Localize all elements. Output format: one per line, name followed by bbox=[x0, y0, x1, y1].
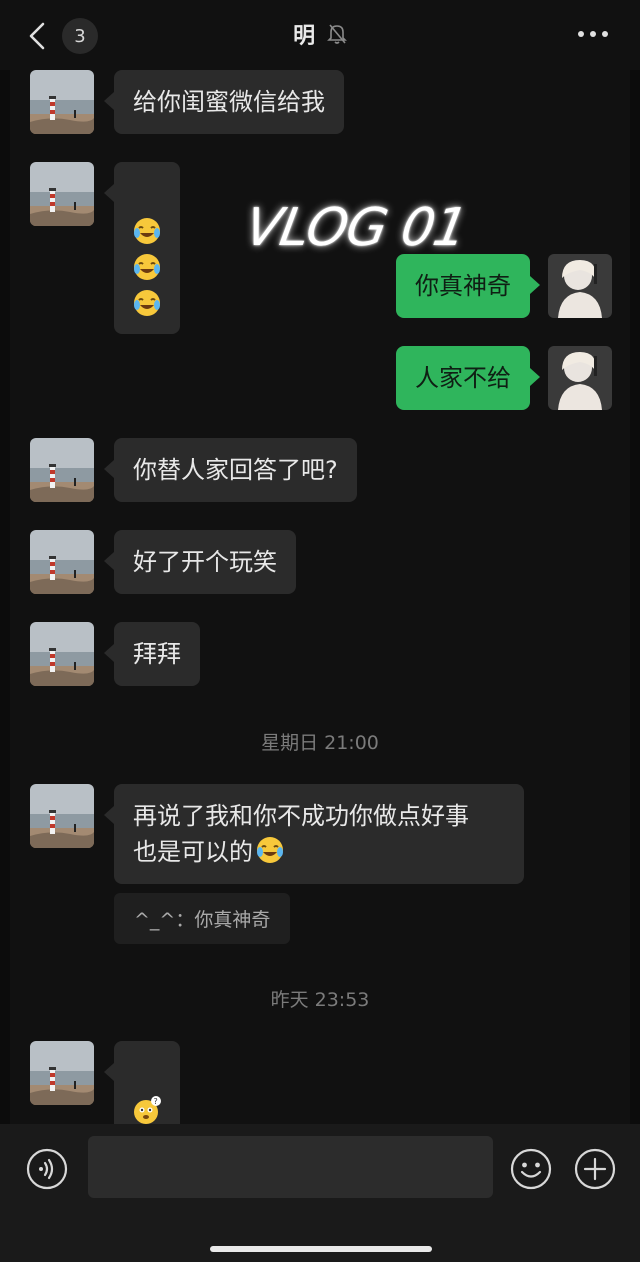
contact-avatar[interactable] bbox=[30, 530, 94, 594]
message-bubble[interactable] bbox=[104, 162, 180, 334]
laugh-cry-emoji bbox=[134, 290, 160, 316]
timestamp: 星期日 21:00 bbox=[261, 732, 379, 754]
chat-title: 明 bbox=[0, 18, 640, 51]
quoted-reply[interactable]: ^_^：你真神奇 bbox=[114, 893, 291, 944]
screen-edge-left bbox=[0, 0, 10, 1262]
message-text: 再说了我和你不成功你做点好事 也是可以的 bbox=[133, 802, 469, 866]
vlog-watermark: VLOG 01 bbox=[240, 198, 472, 258]
message-bubble-outgoing[interactable]: 你真神奇 bbox=[396, 254, 540, 318]
contact-avatar[interactable] bbox=[30, 784, 94, 848]
contact-avatar[interactable] bbox=[30, 622, 94, 686]
input-bar bbox=[0, 1124, 640, 1262]
voice-input-button[interactable] bbox=[26, 1148, 68, 1190]
message-bubble[interactable]: 给你闺蜜微信给我 bbox=[104, 70, 344, 134]
message-input[interactable] bbox=[88, 1136, 493, 1198]
more-options-button[interactable] bbox=[576, 24, 610, 44]
laugh-cry-emoji bbox=[257, 837, 283, 863]
svg-text:?: ? bbox=[154, 1097, 158, 1106]
chat-screen bbox=[0, 0, 640, 1262]
more-horizontal-icon bbox=[578, 31, 608, 37]
chat-header: 3 明 bbox=[0, 0, 640, 70]
message-bubble-outgoing[interactable]: 人家不给 bbox=[396, 346, 540, 410]
message-bubble[interactable]: 好了开个玩笑 bbox=[104, 530, 296, 594]
bell-off-icon bbox=[326, 23, 347, 51]
my-avatar[interactable] bbox=[548, 346, 612, 410]
laugh-cry-emoji bbox=[134, 218, 160, 244]
confused-emoji: ? bbox=[134, 1096, 161, 1124]
message-bubble[interactable]: 再说了我和你不成功你做点好事 也是可以的 bbox=[104, 784, 524, 884]
screen-edge-right bbox=[630, 0, 640, 1262]
message-bubble[interactable]: 拜拜 bbox=[104, 622, 200, 686]
contact-avatar[interactable] bbox=[30, 162, 94, 226]
contact-avatar[interactable] bbox=[30, 1041, 94, 1105]
my-avatar[interactable] bbox=[548, 254, 612, 318]
home-indicator[interactable] bbox=[210, 1246, 432, 1252]
smiley-icon bbox=[510, 1148, 552, 1190]
plus-circle-icon bbox=[574, 1148, 616, 1190]
message-bubble[interactable]: 你替人家回答了吧? bbox=[104, 438, 357, 502]
contact-avatar[interactable] bbox=[30, 438, 94, 502]
contact-avatar[interactable] bbox=[30, 70, 94, 134]
timestamp: 昨天 23:53 bbox=[270, 989, 370, 1011]
laugh-cry-emoji bbox=[134, 254, 160, 280]
voice-icon bbox=[26, 1148, 68, 1190]
emoji-button[interactable] bbox=[510, 1148, 552, 1190]
contact-name: 明 bbox=[293, 24, 316, 49]
more-actions-button[interactable] bbox=[574, 1148, 616, 1190]
